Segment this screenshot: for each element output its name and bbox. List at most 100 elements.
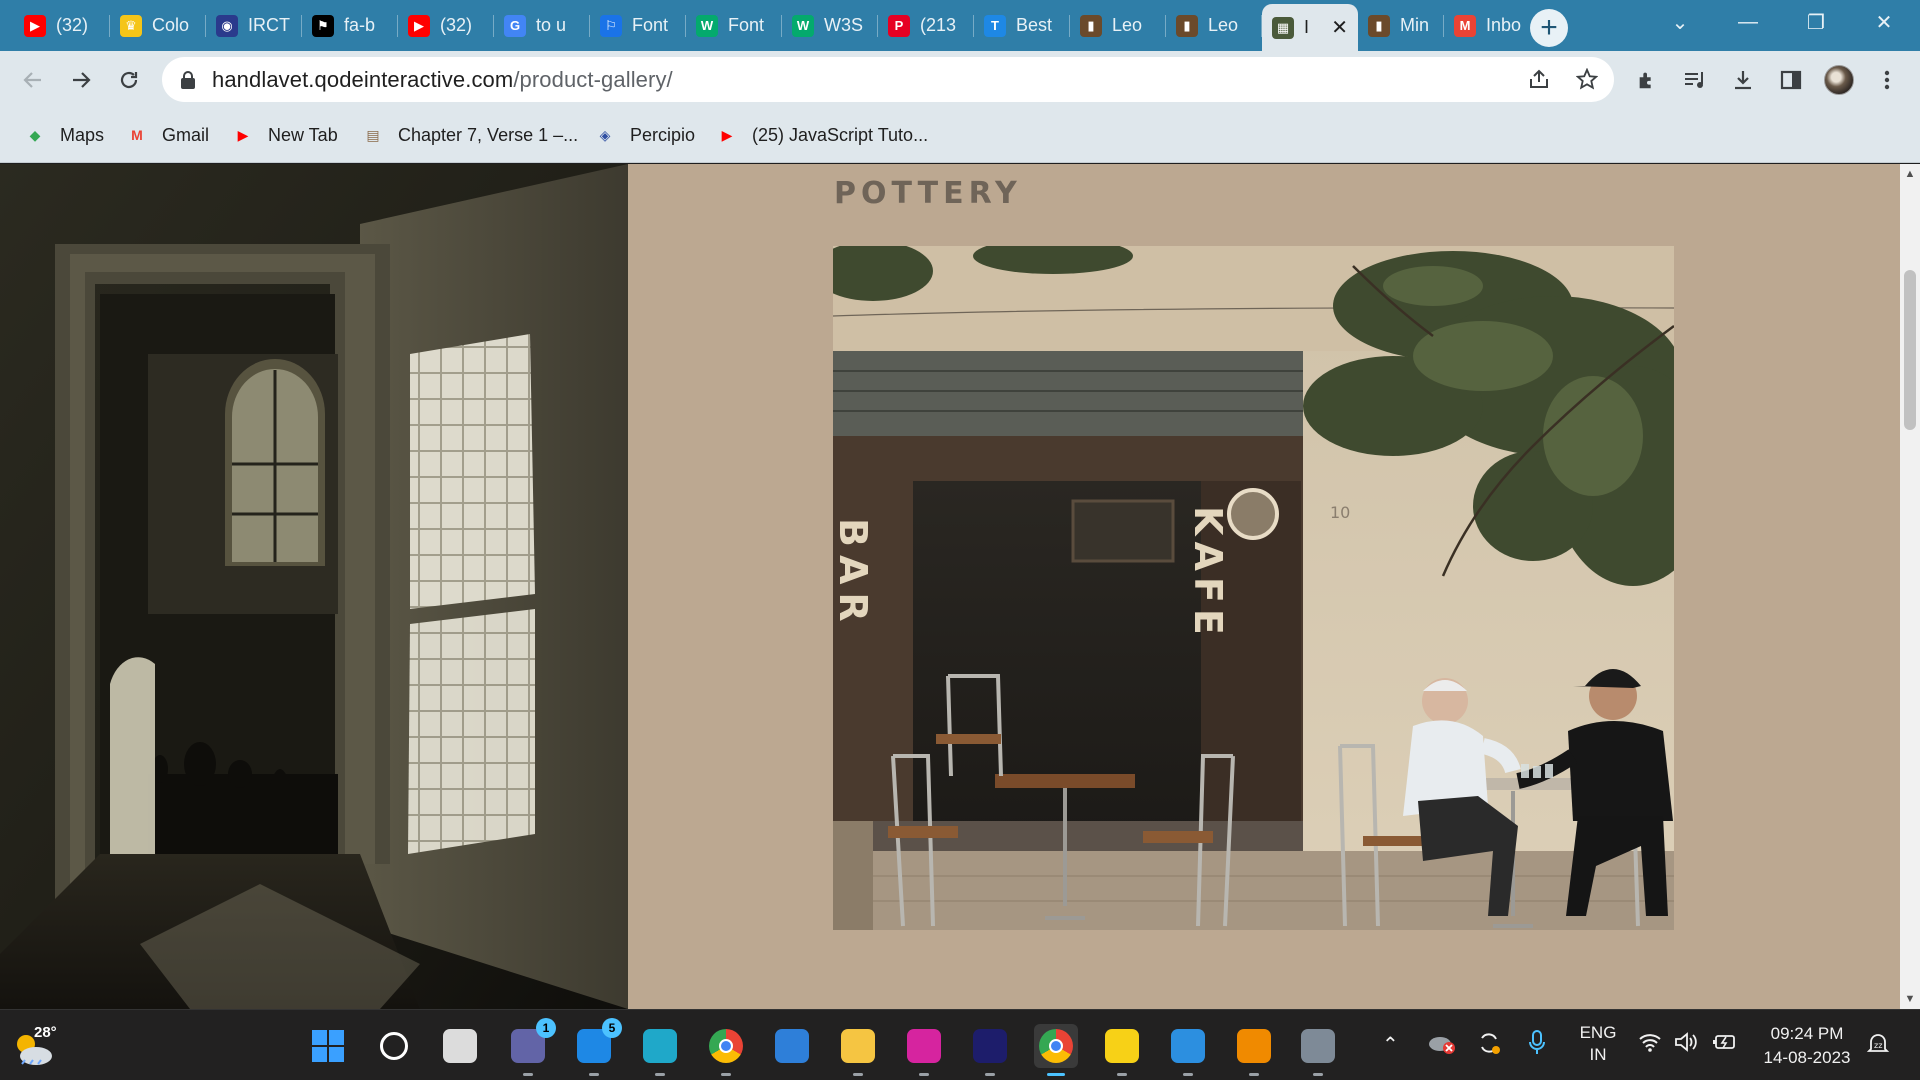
- tab-label: fa-b: [344, 15, 376, 35]
- tab-12[interactable]: ▮ Leo: [1166, 5, 1262, 46]
- settings-icon: [1301, 1029, 1335, 1063]
- bookmark-5[interactable]: ▶ (25) JavaScript Tuto...: [716, 120, 928, 150]
- restore-button[interactable]: ❐: [1782, 0, 1850, 44]
- tab-5[interactable]: Gto u: [494, 5, 590, 46]
- new-tab-button[interactable]: +: [1530, 9, 1568, 47]
- microphone-icon[interactable]: [1528, 1030, 1546, 1061]
- file-explorer-app[interactable]: [836, 1024, 880, 1076]
- close-tab-icon[interactable]: ✕: [1325, 15, 1348, 40]
- tab-8[interactable]: W W3S: [782, 5, 878, 46]
- wifi-icon[interactable]: [1638, 1032, 1662, 1057]
- tab-label: (32): [56, 15, 89, 35]
- bookmark-0[interactable]: ◆ Maps: [24, 120, 104, 150]
- chrome-app[interactable]: [704, 1024, 748, 1076]
- search-button[interactable]: [372, 1024, 416, 1068]
- forward-button[interactable]: [62, 61, 100, 99]
- tab-9[interactable]: P (213: [878, 5, 974, 46]
- downloads-icon[interactable]: [1724, 61, 1762, 99]
- language-indicator[interactable]: ENG IN: [1572, 1022, 1624, 1066]
- webex-app[interactable]: [968, 1024, 1012, 1076]
- tab-7[interactable]: W Font: [686, 5, 782, 46]
- tab-1[interactable]: ♛ Colo: [110, 5, 206, 46]
- side-panel-icon[interactable]: [1772, 61, 1810, 99]
- book-icon: ▤: [366, 126, 380, 143]
- tab-10[interactable]: T Best: [974, 5, 1070, 46]
- start-tile: [312, 1047, 327, 1062]
- url-text: handlavet.qodeinteractive.com/product-ga…: [212, 67, 673, 93]
- tab-15[interactable]: M Inbo: [1444, 5, 1540, 46]
- start-button[interactable]: [306, 1024, 350, 1068]
- bookmark-star-icon[interactable]: [1570, 62, 1604, 96]
- tab-search-button[interactable]: ⌄: [1646, 0, 1714, 44]
- tab-2[interactable]: ◉ IRCT: [206, 5, 302, 46]
- volume-icon[interactable]: [1674, 1032, 1698, 1057]
- youtube-icon: ▶: [237, 126, 249, 143]
- instagram-app[interactable]: [902, 1024, 946, 1076]
- battery-icon[interactable]: [1712, 1032, 1738, 1057]
- share-icon[interactable]: [1522, 62, 1556, 96]
- percipio-icon: ◈: [599, 126, 611, 143]
- section-title: POTTERY: [834, 176, 1022, 211]
- bookmark-4[interactable]: ◈ Percipio: [594, 120, 695, 150]
- tab-13[interactable]: ▦ I ✕: [1262, 4, 1358, 51]
- media-controls-icon[interactable]: [1676, 61, 1714, 99]
- tab-6[interactable]: ⚐ Font: [590, 5, 686, 46]
- scrollbar-thumb[interactable]: [1904, 270, 1916, 430]
- vscode-app[interactable]: [1166, 1024, 1210, 1076]
- bookmark-1[interactable]: M Gmail: [126, 120, 209, 150]
- chrome-icon: [709, 1029, 743, 1063]
- vlc-app[interactable]: [1232, 1024, 1276, 1076]
- start-tile: [312, 1030, 327, 1045]
- running-indicator: [589, 1073, 599, 1076]
- onedrive-icon[interactable]: [1428, 1032, 1456, 1059]
- chrome-menu-icon[interactable]: [1868, 61, 1906, 99]
- close-window-button[interactable]: ✕: [1850, 0, 1918, 44]
- tab-3[interactable]: ⚑ fa-b: [302, 5, 398, 46]
- sticky-notes-app[interactable]: [1100, 1024, 1144, 1076]
- edge-app[interactable]: [638, 1024, 682, 1076]
- page-content: POTTERY BAR KAFE 10: [0, 164, 1900, 1009]
- running-indicator: [985, 1073, 995, 1076]
- tab-label: IRCT: [248, 15, 290, 35]
- running-indicator: [853, 1073, 863, 1076]
- minimize-button[interactable]: —: [1714, 0, 1782, 44]
- address-bar[interactable]: handlavet.qodeinteractive.com/product-ga…: [162, 57, 1614, 102]
- clock-date: 14-08-2023: [1763, 1048, 1851, 1067]
- clock[interactable]: 09:24 PM 14-08-2023: [1752, 1022, 1862, 1070]
- tab-label: Best: [1016, 15, 1053, 35]
- page-scrollbar[interactable]: ▲ ▼: [1900, 164, 1920, 1009]
- settings-app[interactable]: [1296, 1024, 1340, 1076]
- google-icon: G: [504, 14, 526, 37]
- tab-4[interactable]: ▶ (32): [398, 5, 494, 46]
- extensions-icon[interactable]: [1628, 61, 1666, 99]
- weather-widget[interactable]: 28°: [12, 1024, 72, 1068]
- browser-toolbar: handlavet.qodeinteractive.com/product-ga…: [0, 51, 1920, 108]
- tab-11[interactable]: ▮ Leo: [1070, 5, 1166, 46]
- tab-label: Leo: [1208, 15, 1239, 35]
- scroll-down-arrow-icon[interactable]: ▼: [1900, 989, 1920, 1009]
- store-app[interactable]: [770, 1024, 814, 1068]
- tab-0[interactable]: ▶ (32): [14, 5, 110, 46]
- start-tile: [329, 1047, 344, 1062]
- cafe-photo[interactable]: BAR KAFE 10: [833, 246, 1674, 930]
- trophy-icon: ♛: [120, 14, 142, 37]
- running-indicator: [1183, 1073, 1193, 1076]
- mail-app[interactable]: 5: [572, 1018, 622, 1076]
- task-view-button[interactable]: [438, 1024, 482, 1068]
- chrome-profile-app[interactable]: [1034, 1024, 1078, 1076]
- instagram-icon: [907, 1029, 941, 1063]
- tab-label: Leo: [1112, 15, 1143, 35]
- back-button[interactable]: [14, 61, 52, 99]
- bookmark-2[interactable]: ▶ New Tab: [232, 120, 338, 150]
- profile-avatar[interactable]: [1820, 61, 1858, 99]
- scroll-up-arrow-icon[interactable]: ▲: [1900, 164, 1920, 184]
- tray-overflow-chevron-icon[interactable]: ⌃: [1382, 1032, 1399, 1057]
- running-indicator: [523, 1073, 533, 1076]
- tab-14[interactable]: ▮ Min: [1358, 5, 1444, 46]
- sync-icon[interactable]: [1476, 1030, 1502, 1061]
- bookmarks-bar: ◆ Maps M Gmail ▶ New Tab ▤ Chapter 7, Verse 1 –…: [0, 108, 1920, 163]
- notification-icon[interactable]: zz: [1866, 1032, 1890, 1061]
- reload-button[interactable]: [110, 61, 148, 99]
- bookmark-3[interactable]: ▤ Chapter 7, Verse 1 –...: [362, 120, 578, 150]
- teams-app[interactable]: 1: [506, 1018, 556, 1076]
